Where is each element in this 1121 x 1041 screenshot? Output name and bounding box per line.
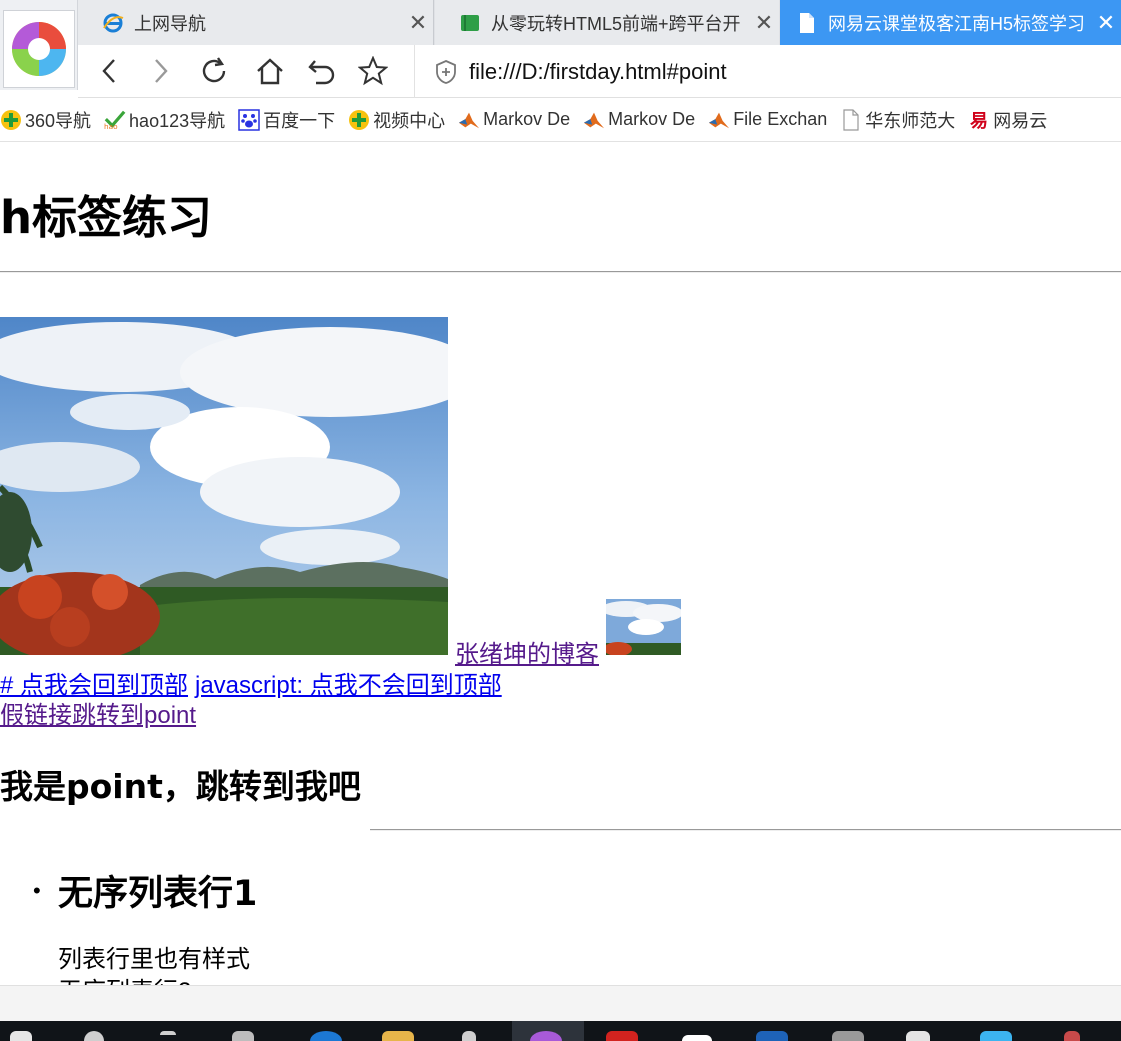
- app-icon[interactable]: [606, 1031, 638, 1041]
- bookmark-360[interactable]: 360导航: [0, 107, 91, 133]
- landscape-photo: [0, 317, 448, 655]
- bookmark-label: Markov De: [608, 109, 696, 129]
- bookmark-netease[interactable]: 易 网易云: [968, 107, 1047, 133]
- svg-text:hao: hao: [104, 122, 118, 131]
- undo-icon[interactable]: [304, 53, 340, 89]
- bookmark-label: 网易云: [993, 110, 1048, 131]
- bookmarks-bar: 360导航 hao hao123导航 百度一下 视频中心 Markov De M…: [0, 98, 1121, 142]
- folder-icon[interactable]: [382, 1031, 414, 1041]
- app-icon[interactable]: [682, 1035, 712, 1041]
- baidu-paw-icon: [238, 108, 260, 131]
- tab-label: 上网导航: [134, 13, 206, 34]
- app-icon[interactable]: [462, 1031, 476, 1041]
- back-icon[interactable]: [92, 53, 128, 89]
- book-icon: [459, 12, 481, 34]
- 360-icon: [0, 109, 22, 131]
- matlab-icon: [458, 109, 480, 131]
- notepad-icon[interactable]: [906, 1031, 930, 1041]
- bookmark-label: 百度一下: [263, 110, 336, 131]
- bookmark-label: Markov De: [483, 109, 571, 129]
- app-icon[interactable]: [232, 1031, 254, 1041]
- address-url[interactable]: file:///D:/firstday.html#point: [469, 59, 727, 85]
- bookmark-label: 华东师范大: [865, 110, 956, 131]
- list-bullet: •: [33, 978, 41, 985]
- blog-link[interactable]: 张绪坤的博客: [455, 634, 599, 669]
- windows-icon[interactable]: [10, 1031, 32, 1041]
- address-bar[interactable]: file:///D:/firstday.html#point: [414, 45, 1121, 98]
- close-icon[interactable]: ✕: [1091, 10, 1121, 36]
- list-item: 无序列表行1: [58, 874, 258, 914]
- tab-course[interactable]: 从零玩转HTML5前端+跨平台开 ✕: [435, 0, 779, 45]
- app-icon[interactable]: [756, 1031, 788, 1041]
- tab-label: 从零玩转HTML5前端+跨平台开: [491, 13, 741, 34]
- bookmark-video[interactable]: 视频中心: [348, 107, 445, 133]
- page-heading: h标签练习: [0, 191, 213, 244]
- tab-label: 网易云课堂极客江南H5标签学习: [828, 13, 1086, 34]
- app-icon[interactable]: [1064, 1031, 1080, 1041]
- bookmark-label: hao123导航: [129, 110, 226, 131]
- netease-icon: 易: [968, 109, 990, 131]
- close-icon[interactable]: ✕: [403, 10, 433, 36]
- page-content: h标签练习 张绪坤的博客 # 点我会回到顶部 javascript: 点我不会回…: [0, 143, 1121, 985]
- svg-text:易: 易: [970, 111, 988, 131]
- bookmark-label: File Exchan: [733, 109, 828, 129]
- bookmark-hao123[interactable]: hao hao123导航: [104, 107, 225, 133]
- app-icon[interactable]: [980, 1031, 1012, 1041]
- ie-icon: [102, 12, 124, 34]
- star-icon[interactable]: [355, 53, 391, 89]
- bookmark-label: 360导航: [25, 110, 92, 131]
- matlab-icon: [708, 109, 730, 131]
- horizontal-rule: [370, 829, 1121, 831]
- home-icon[interactable]: [252, 53, 288, 89]
- reload-icon[interactable]: [196, 53, 232, 89]
- list-bullet: •: [33, 878, 41, 903]
- app-icon[interactable]: [832, 1031, 864, 1041]
- thumbnail-photo-link[interactable]: [606, 599, 681, 655]
- close-icon[interactable]: ✕: [749, 10, 779, 36]
- tab-nav[interactable]: 上网导航 ✕: [78, 0, 434, 45]
- browser-logo-icon[interactable]: [3, 10, 75, 88]
- page-icon: [796, 12, 818, 34]
- bookmark-label: 视频中心: [373, 110, 446, 131]
- point-link[interactable]: 假链接跳转到point: [0, 695, 196, 730]
- tab-strip: 上网导航 ✕ 从零玩转HTML5前端+跨平台开 ✕ 网易云课堂极客江南H5标签学…: [0, 0, 1121, 45]
- bookmark-markov-1[interactable]: Markov De: [458, 109, 570, 131]
- bookmark-ecnu[interactable]: 华东师范大: [840, 107, 955, 133]
- bookmark-file-exchange[interactable]: File Exchan: [708, 109, 827, 131]
- list-item: 无序列表行2: [58, 971, 191, 985]
- list-item-text: 列表行里也有样式: [58, 946, 250, 973]
- horizontal-rule: [0, 271, 1121, 273]
- javascript-link[interactable]: javascript: 点我不会回到顶部: [195, 665, 502, 700]
- taskbar: [0, 1021, 1121, 1041]
- point-heading: 我是point，跳转到我吧: [0, 767, 361, 806]
- search-icon[interactable]: [84, 1031, 104, 1041]
- shield-icon[interactable]: [433, 59, 459, 85]
- matlab-icon: [583, 109, 605, 131]
- status-bar: [0, 985, 1121, 1021]
- page-icon: [840, 108, 862, 131]
- browser-logo-area: [0, 0, 78, 90]
- tab-active[interactable]: 网易云课堂极客江南H5标签学习 ✕: [780, 0, 1121, 45]
- bookmark-baidu[interactable]: 百度一下: [238, 107, 335, 133]
- 360-icon: [348, 109, 370, 131]
- edge-icon[interactable]: [310, 1031, 342, 1041]
- bookmark-markov-2[interactable]: Markov De: [583, 109, 695, 131]
- task-view-icon[interactable]: [160, 1031, 176, 1035]
- hao123-icon: hao: [104, 109, 126, 131]
- nav-bar: file:///D:/firstday.html#point: [78, 45, 1121, 98]
- forward-icon[interactable]: [142, 53, 178, 89]
